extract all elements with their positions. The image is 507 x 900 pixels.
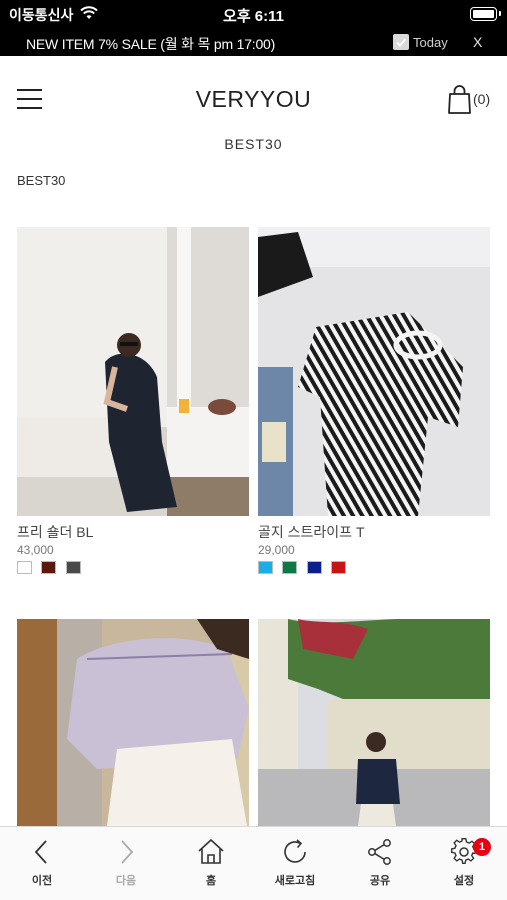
product-name[interactable]: 프리 숄더 BL — [17, 522, 93, 542]
refresh-icon — [284, 839, 306, 863]
swatch-sky-blue — [258, 561, 273, 574]
product-card[interactable]: 골지 스트라이프 T 29,000 — [258, 227, 490, 574]
notice-text[interactable]: NEW ITEM 7% SALE (월 화 목 pm 17:00) — [26, 34, 275, 54]
refresh-button[interactable]: 새로고침 — [253, 827, 337, 900]
home-label: 홈 — [205, 875, 217, 887]
today-checkbox[interactable] — [393, 34, 409, 50]
share-label: 공유 — [369, 875, 391, 887]
color-swatches — [17, 561, 86, 579]
cart-count[interactable]: (0) — [473, 91, 490, 107]
site-header: VERYYOU (0) — [0, 56, 507, 138]
product-price: 29,000 — [258, 543, 295, 557]
notice-close-button[interactable]: X — [473, 34, 482, 50]
home-button[interactable]: 홈 — [169, 827, 253, 900]
swatch-green — [282, 561, 298, 574]
product-card[interactable] — [258, 619, 490, 826]
product-image[interactable] — [258, 619, 490, 826]
shopping-bag-icon[interactable] — [447, 84, 472, 114]
share-button[interactable]: 공유 — [338, 827, 422, 900]
brand-logo[interactable]: VERYYOU — [0, 86, 507, 113]
battery-icon — [470, 7, 501, 21]
product-image[interactable] — [17, 227, 249, 516]
forward-button[interactable]: 다음 — [84, 827, 168, 900]
swatch-white — [17, 561, 32, 574]
product-price: 43,000 — [17, 543, 54, 557]
product-image[interactable] — [17, 619, 249, 826]
chevron-left-icon — [34, 840, 47, 864]
swatch-red — [331, 561, 347, 574]
swatch-navy — [306, 561, 322, 574]
breadcrumb[interactable]: BEST30 — [17, 173, 65, 188]
today-label[interactable]: Today — [413, 35, 448, 50]
product-name[interactable]: 골지 스트라이프 T — [258, 522, 365, 542]
swatch-brown — [41, 561, 57, 574]
product-image[interactable] — [258, 227, 490, 516]
product-card[interactable]: 프리 숄더 BL 43,000 — [17, 227, 249, 574]
forward-label: 다음 — [115, 875, 137, 887]
home-icon — [198, 839, 224, 864]
check-icon — [396, 38, 407, 47]
notice-banner[interactable]: NEW ITEM 7% SALE (월 화 목 pm 17:00) Today … — [0, 28, 507, 56]
back-button[interactable]: 이전 — [0, 827, 84, 900]
settings-button[interactable]: 설정 — [422, 827, 506, 900]
share-icon — [368, 839, 391, 865]
status-time: 오후 6:11 — [223, 8, 284, 25]
settings-label: 설정 — [453, 875, 475, 887]
status-bar: 이동통신사 오후 6:11 — [0, 0, 507, 28]
color-swatches — [258, 561, 351, 579]
refresh-label: 새로고침 — [274, 875, 316, 887]
back-label: 이전 — [31, 875, 53, 887]
settings-notification-badge: 1 — [473, 838, 491, 856]
swatch-charcoal — [65, 561, 81, 574]
page-title: BEST30 — [224, 136, 283, 152]
bottom-toolbar: 이전 다음 홈 새로고침 공유 설정 — [0, 826, 507, 900]
product-card[interactable] — [17, 619, 249, 826]
chevron-right-icon — [121, 840, 134, 864]
